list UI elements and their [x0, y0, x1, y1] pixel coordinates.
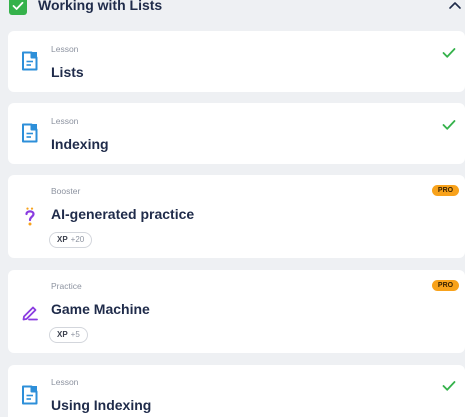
- checkmark-icon: [442, 120, 456, 130]
- list-item[interactable]: Booster AI-generated practice PRO XP +20: [8, 175, 465, 258]
- xp-label: XP: [57, 330, 68, 339]
- item-type: Lesson: [51, 44, 79, 54]
- pro-badge: PRO: [432, 185, 459, 196]
- item-title: Using Indexing: [51, 397, 152, 413]
- pencil-icon: [22, 306, 38, 321]
- xp-value: +5: [70, 330, 80, 339]
- list-item[interactable]: Lesson Indexing: [8, 103, 465, 164]
- lesson-icon: [22, 51, 38, 71]
- section-title: Working with Lists: [38, 0, 163, 13]
- section-header[interactable]: Working with Lists: [0, 0, 465, 18]
- lesson-icon: [22, 385, 38, 405]
- section-complete-checkbox-icon: [9, 0, 27, 15]
- item-title: Indexing: [51, 136, 109, 152]
- booster-icon: [25, 207, 35, 226]
- checkmark-icon: [442, 48, 456, 58]
- item-type: Lesson: [51, 377, 79, 387]
- chevron-up-icon[interactable]: [448, 0, 462, 11]
- xp-reward-pill: XP +20: [49, 232, 93, 248]
- item-type: Booster: [51, 186, 81, 196]
- lesson-icon: [22, 123, 38, 143]
- xp-label: XP: [57, 235, 68, 244]
- item-type: Lesson: [51, 116, 79, 126]
- item-title: AI-generated practice: [51, 206, 195, 222]
- list-item[interactable]: Lesson Using Indexing: [8, 365, 465, 417]
- xp-value: +20: [70, 235, 85, 244]
- item-title: Game Machine: [51, 301, 150, 317]
- checkmark-icon: [442, 381, 456, 391]
- item-title: Lists: [51, 64, 84, 80]
- pro-badge: PRO: [432, 280, 459, 291]
- list-item[interactable]: Lesson Lists: [8, 31, 465, 92]
- list-item[interactable]: Practice Game Machine PRO XP +5: [8, 270, 465, 353]
- xp-reward-pill: XP +5: [49, 327, 88, 343]
- item-type: Practice: [51, 281, 82, 291]
